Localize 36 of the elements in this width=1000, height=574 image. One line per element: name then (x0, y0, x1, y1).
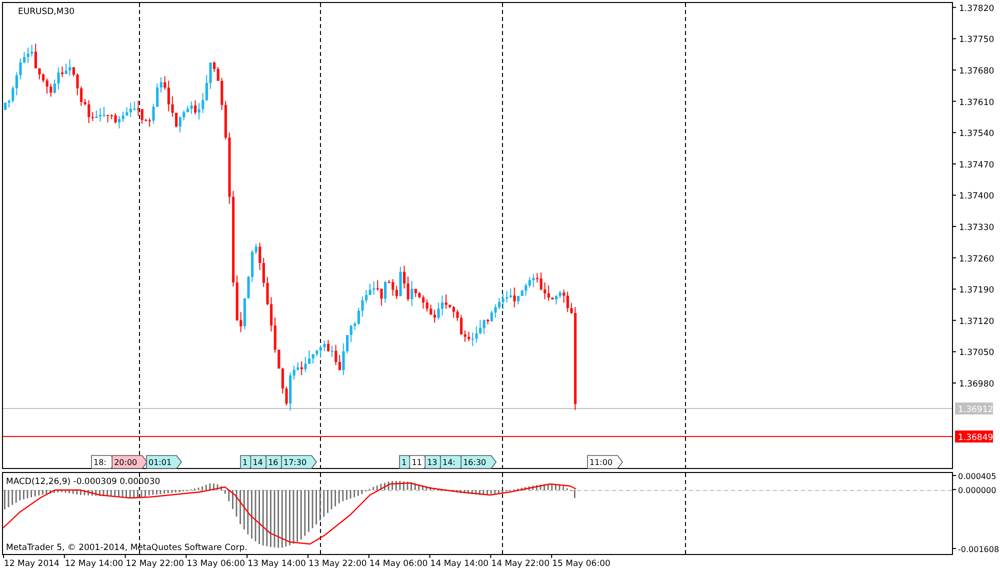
price-label: 1.37750 (959, 35, 994, 46)
time-label: 14 May 06:00 (369, 559, 428, 569)
price-label: 1.37400 (959, 192, 994, 202)
indicator-axis-label: -0.001608 (958, 545, 1000, 554)
indicator-axis-label: 0.000405 (958, 472, 996, 481)
price-label: 1.37260 (959, 254, 994, 264)
price-label: 1.37540 (959, 129, 994, 140)
price-tag: 1.36912 (955, 402, 994, 415)
event-flag[interactable]: 17:30 (281, 455, 317, 469)
price-label: 1.37120 (959, 316, 994, 327)
time-label: 13 May 06:00 (186, 559, 245, 569)
price-label: 1.36980 (959, 380, 994, 390)
price-label: 1.37610 (959, 98, 994, 108)
price-label: 1.37050 (959, 348, 994, 358)
event-flag[interactable]: 20:00 (112, 455, 148, 469)
time-label: 13 May 14:00 (248, 559, 306, 569)
price-label: 1.37330 (959, 223, 994, 233)
price-label: 1.37470 (959, 160, 994, 170)
chart-title: EURUSD,M30 (18, 7, 75, 17)
price-label: 1.37680 (959, 66, 994, 76)
event-flag[interactable]: 16:30 (460, 455, 497, 469)
copyright-text: MetaTrader 5, © 2001-2014, MetaQuotes Software Corp. (6, 543, 248, 553)
time-label: 12 May 22:00 (126, 559, 184, 569)
time-label: 13 May 22:00 (308, 559, 367, 569)
time-label: 14 May 22:00 (491, 559, 550, 569)
time-label: 15 May 06:00 (552, 559, 610, 569)
indicator-label: MACD(12,26,9) -0.000309 0.000030 (6, 477, 160, 487)
price-tag: 1.36849 (955, 430, 994, 443)
time-label: 14 May 14:00 (430, 559, 489, 569)
event-flag[interactable]: 01:01 (146, 455, 182, 469)
time-label: 12 May 14:00 (64, 559, 124, 569)
event-flag[interactable]: 11:00 (587, 455, 623, 469)
price-label: 1.37820 (959, 4, 994, 14)
price-label: 1.37190 (959, 286, 994, 296)
time-label: 12 May 2014 (4, 559, 60, 569)
indicator-axis-label: 0.000000 (958, 486, 996, 495)
